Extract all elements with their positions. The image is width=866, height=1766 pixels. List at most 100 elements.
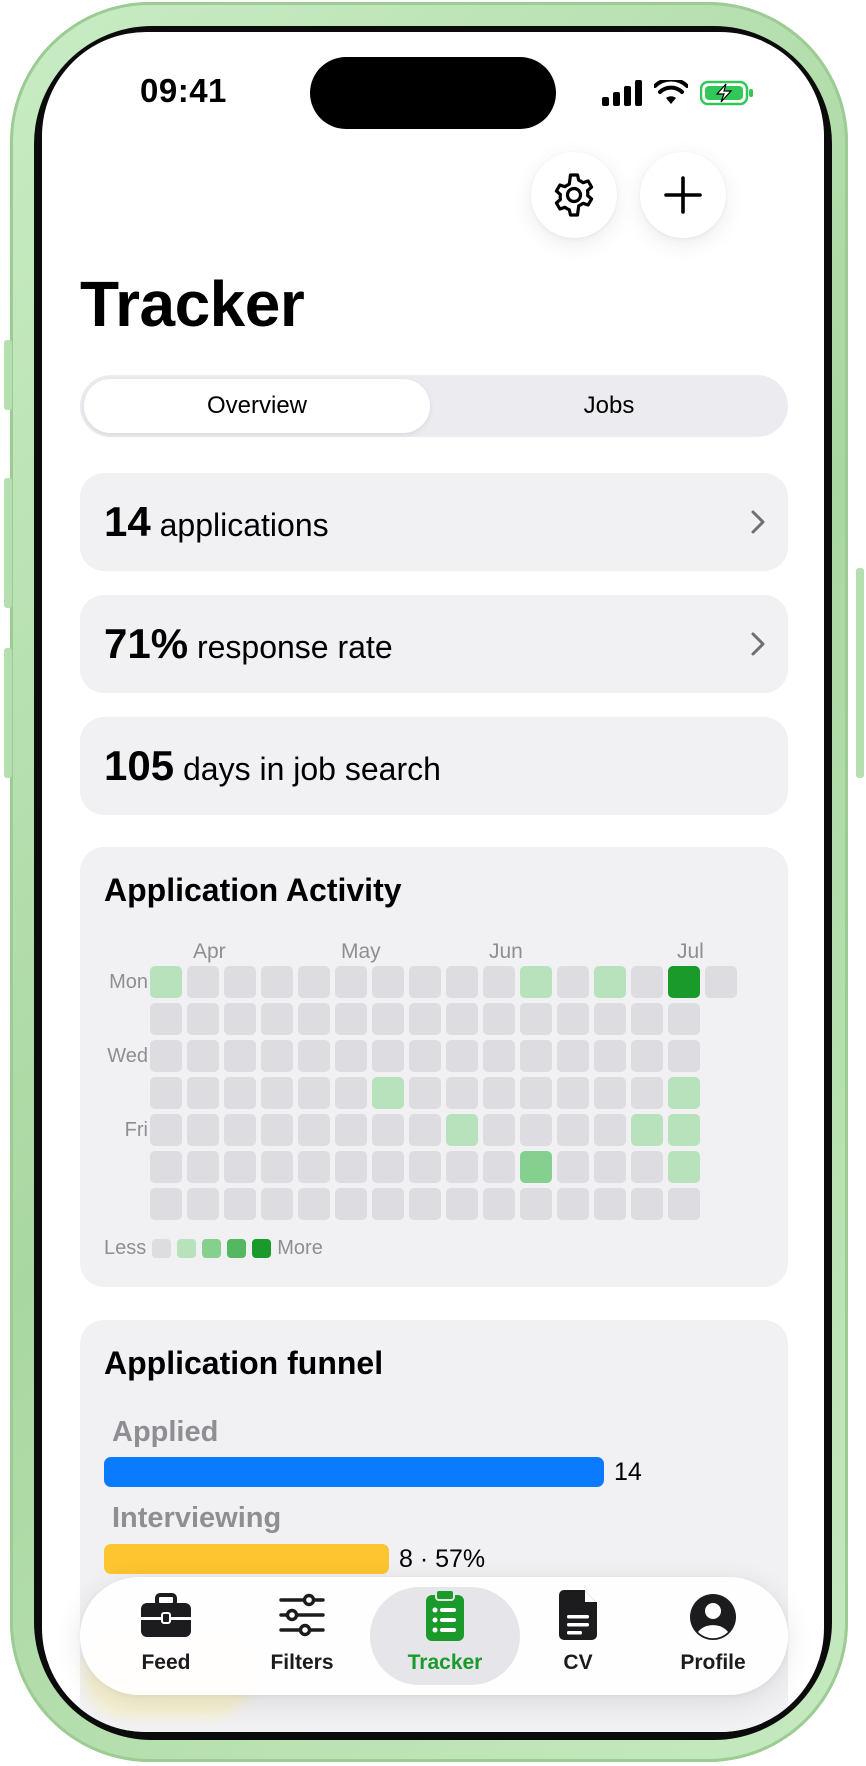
activity-cell bbox=[409, 1114, 441, 1146]
activity-cell bbox=[594, 966, 626, 998]
funnel-bar-interviewing bbox=[104, 1544, 389, 1574]
stat-response-rate: 71% response rate bbox=[104, 595, 393, 693]
tab-label: Feed bbox=[141, 1651, 191, 1674]
page-title: Tracker bbox=[80, 268, 305, 340]
stat-card-applications[interactable]: 14 applications bbox=[80, 473, 788, 571]
activity-cell bbox=[668, 1003, 700, 1035]
activity-cell bbox=[631, 1040, 663, 1072]
tab-cv[interactable]: CV bbox=[508, 1577, 648, 1695]
activity-cell bbox=[372, 966, 404, 998]
day-label: Mon bbox=[109, 971, 148, 993]
activity-cell bbox=[594, 1003, 626, 1035]
activity-cell bbox=[631, 966, 663, 998]
segmented-control: Overview Jobs bbox=[80, 375, 788, 437]
legend-swatch bbox=[152, 1238, 172, 1258]
activity-cell bbox=[150, 1040, 182, 1072]
tab-overview[interactable]: Overview bbox=[84, 375, 430, 437]
activity-cell bbox=[409, 1003, 441, 1035]
activity-cell bbox=[335, 1077, 367, 1109]
activity-cell bbox=[668, 1114, 700, 1146]
activity-cell bbox=[224, 966, 256, 998]
activity-cell bbox=[335, 966, 367, 998]
activity-cell bbox=[335, 1151, 367, 1183]
activity-cell bbox=[594, 1188, 626, 1220]
settings-button[interactable] bbox=[531, 152, 617, 238]
activity-cell bbox=[224, 1188, 256, 1220]
stat-card-days: 105 days in job search bbox=[80, 717, 788, 815]
tab-bar: Feed Filters Tracker CV Profile bbox=[80, 1577, 788, 1695]
activity-cell bbox=[298, 1003, 330, 1035]
activity-cell bbox=[150, 1188, 182, 1220]
activity-cell bbox=[594, 1114, 626, 1146]
activity-cell bbox=[446, 1003, 478, 1035]
activity-cell bbox=[557, 1040, 589, 1072]
stat-card-response-rate[interactable]: 71% response rate bbox=[80, 595, 788, 693]
activity-legend: Less More bbox=[104, 1235, 323, 1261]
activity-cell bbox=[224, 1003, 256, 1035]
activity-cell bbox=[594, 1040, 626, 1072]
stat-label: applications bbox=[159, 507, 329, 543]
activity-cell bbox=[187, 1040, 219, 1072]
add-button[interactable] bbox=[640, 152, 726, 238]
funnel-title: Application funnel bbox=[104, 1345, 384, 1381]
signal-icon bbox=[602, 80, 642, 106]
activity-cell bbox=[631, 1003, 663, 1035]
activity-cell bbox=[594, 1151, 626, 1183]
activity-cell bbox=[261, 1077, 293, 1109]
activity-cell bbox=[483, 1040, 515, 1072]
activity-cell bbox=[261, 966, 293, 998]
activity-cell bbox=[335, 1003, 367, 1035]
activity-cell bbox=[409, 1151, 441, 1183]
activity-cell bbox=[335, 1040, 367, 1072]
activity-cell bbox=[446, 1077, 478, 1109]
month-label: Apr bbox=[193, 940, 226, 963]
activity-cell bbox=[261, 1188, 293, 1220]
tab-profile[interactable]: Profile bbox=[643, 1577, 783, 1695]
activity-cell bbox=[298, 1077, 330, 1109]
activity-cell bbox=[483, 1151, 515, 1183]
activity-cell bbox=[631, 1188, 663, 1220]
tab-label: Tracker bbox=[407, 1651, 483, 1674]
activity-cell bbox=[668, 966, 700, 998]
activity-cell bbox=[298, 1114, 330, 1146]
activity-cell bbox=[261, 1003, 293, 1035]
stat-value: 105 bbox=[104, 742, 175, 789]
stat-value: 14 bbox=[104, 498, 151, 545]
activity-cell bbox=[150, 1003, 182, 1035]
activity-cell bbox=[335, 1114, 367, 1146]
funnel-bar-applied bbox=[104, 1457, 604, 1487]
activity-cell bbox=[705, 966, 737, 998]
month-label: May bbox=[341, 940, 381, 963]
legend-more: More bbox=[277, 1236, 323, 1259]
status-time: 09:41 bbox=[140, 72, 227, 109]
activity-cell bbox=[483, 1003, 515, 1035]
chevron-right-icon bbox=[751, 632, 765, 656]
battery-charging-icon bbox=[700, 80, 753, 106]
activity-cell bbox=[557, 1188, 589, 1220]
activity-cell bbox=[187, 1077, 219, 1109]
activity-cell bbox=[150, 966, 182, 998]
volume-down-button bbox=[4, 648, 12, 778]
briefcase-icon bbox=[141, 1593, 191, 1637]
legend-swatch bbox=[177, 1238, 197, 1258]
app-screen: 09:41 Tracker Overview Jobs 14 applicati… bbox=[42, 32, 824, 1732]
activity-card: Application Activity Apr May Jun Jul Mon… bbox=[80, 847, 788, 1287]
tab-tracker[interactable]: Tracker bbox=[375, 1577, 515, 1695]
activity-cell bbox=[150, 1077, 182, 1109]
activity-cell bbox=[187, 966, 219, 998]
tab-jobs[interactable]: Jobs bbox=[434, 375, 784, 437]
activity-cell bbox=[372, 1114, 404, 1146]
chevron-right-icon bbox=[751, 510, 765, 534]
tab-filters[interactable]: Filters bbox=[232, 1577, 372, 1695]
activity-title: Application Activity bbox=[104, 872, 402, 908]
activity-cell bbox=[187, 1114, 219, 1146]
funnel-value-interviewing: 8 · 57% bbox=[399, 1545, 486, 1573]
stat-label: days in job search bbox=[182, 751, 441, 787]
activity-cell bbox=[372, 1077, 404, 1109]
activity-cell bbox=[187, 1188, 219, 1220]
activity-cell bbox=[557, 1077, 589, 1109]
activity-cell bbox=[335, 1188, 367, 1220]
stat-days: 105 days in job search bbox=[104, 717, 441, 815]
activity-cell bbox=[594, 1077, 626, 1109]
tab-feed[interactable]: Feed bbox=[96, 1577, 236, 1695]
